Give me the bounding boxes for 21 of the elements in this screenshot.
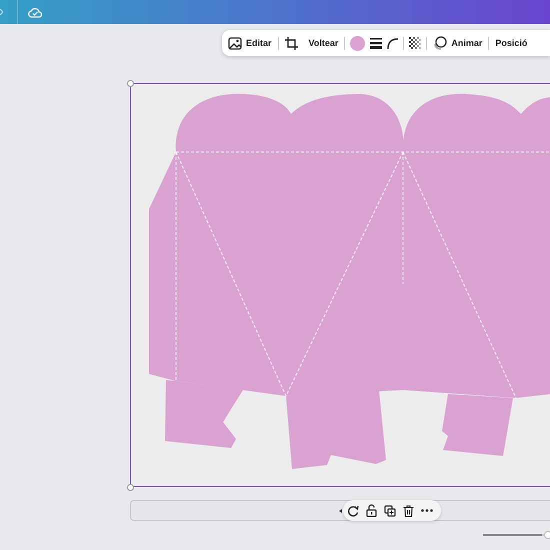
resize-handle[interactable] [126,80,134,86]
flip-button[interactable]: Voltear [284,34,340,52]
unlock-icon[interactable] [366,504,377,517]
lines-icon[interactable] [370,38,382,48]
animate-button[interactable]: Animar [432,34,484,52]
arrow-left-icon[interactable] [339,509,342,513]
zoom-slider[interactable] [483,531,550,539]
duplicate-icon[interactable] [384,504,396,516]
edit-button[interactable]: Editar [227,34,273,52]
trash-icon[interactable] [403,504,414,516]
position-button[interactable]: Posició [494,36,528,50]
refresh-icon[interactable] [347,504,359,516]
more-icon[interactable] [421,509,433,512]
resize-handle[interactable] [126,484,134,490]
corner-icon[interactable] [387,38,398,48]
crop-icon [284,36,298,50]
color-swatch[interactable] [350,36,366,50]
cloud-check-icon[interactable] [28,6,42,18]
transparency-icon[interactable] [409,37,422,49]
image-icon [228,36,242,50]
animate-icon [433,36,448,50]
